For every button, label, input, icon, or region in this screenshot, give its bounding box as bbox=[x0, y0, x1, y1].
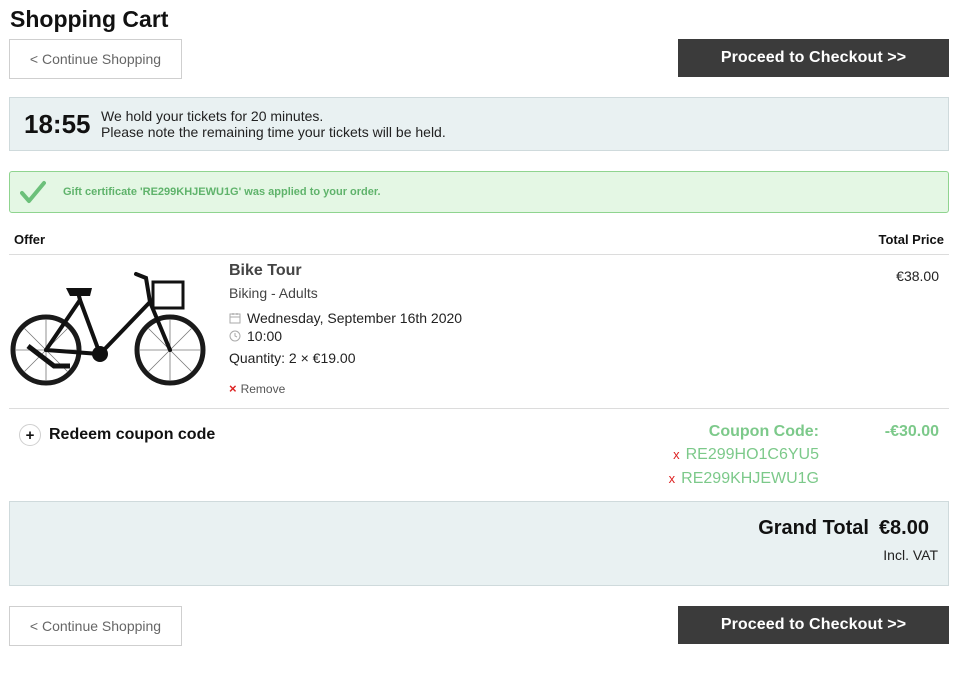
remove-icon: × bbox=[229, 381, 237, 396]
remove-item-link[interactable]: × Remove bbox=[229, 381, 285, 396]
item-time: 10:00 bbox=[247, 328, 283, 344]
proceed-to-checkout-button-bottom[interactable]: Proceed to Checkout >> bbox=[678, 606, 949, 644]
column-header-offer: Offer bbox=[14, 232, 46, 247]
column-header-total-price: Total Price bbox=[878, 232, 944, 247]
item-total-price: €38.00 bbox=[896, 268, 939, 284]
page-title: Shopping Cart bbox=[10, 6, 169, 32]
alert-message: Gift certificate 'RE299KHJEWU1G' was app… bbox=[63, 186, 381, 198]
coupon-discount-amount: -€30.00 bbox=[884, 423, 939, 440]
continue-shopping-button-bottom[interactable]: < Continue Shopping bbox=[9, 606, 182, 646]
redeem-coupon-toggle[interactable]: + Redeem coupon code bbox=[19, 424, 215, 446]
grand-total-value: €8.00 bbox=[878, 517, 929, 539]
coupon-code-value: RE299HO1C6YU5 bbox=[685, 446, 819, 463]
remove-item-label: Remove bbox=[240, 381, 286, 396]
remove-coupon-icon[interactable]: x bbox=[669, 471, 676, 486]
timer-message-line-1: We hold your tickets for 20 minutes. bbox=[101, 108, 324, 124]
gift-certificate-alert: Gift certificate 'RE299KHJEWU1G' was app… bbox=[9, 171, 949, 213]
coupon-code-label: Coupon Code: bbox=[708, 423, 819, 440]
countdown-timer: 18:55 bbox=[24, 109, 91, 139]
grand-total-label: Grand Total bbox=[758, 517, 869, 539]
checkmark-icon bbox=[20, 181, 46, 203]
grand-total-row: Grand Total €8.00 bbox=[758, 517, 929, 540]
item-date-row: Wednesday, September 16th 2020 bbox=[229, 310, 462, 326]
remove-coupon-icon[interactable]: x bbox=[673, 447, 680, 462]
applied-coupon-1: x RE299HO1C6YU5 bbox=[673, 446, 819, 464]
bicycle-image bbox=[10, 272, 206, 386]
item-quantity: Quantity: 2 × €19.00 bbox=[229, 350, 356, 366]
item-subtitle: Biking - Adults bbox=[229, 285, 318, 301]
applied-coupon-2: x RE299KHJEWU1G bbox=[669, 470, 819, 488]
vat-note: Incl. VAT bbox=[883, 547, 938, 563]
item-date: Wednesday, September 16th 2020 bbox=[247, 310, 463, 326]
proceed-to-checkout-button-top[interactable]: Proceed to Checkout >> bbox=[678, 39, 949, 77]
coupon-code-value: RE299KHJEWU1G bbox=[681, 470, 819, 487]
grand-total-panel bbox=[9, 501, 949, 586]
timer-message-line-2: Please note the remaining time your tick… bbox=[101, 124, 446, 140]
calendar-icon bbox=[229, 312, 241, 324]
plus-icon: + bbox=[19, 424, 41, 446]
continue-shopping-button-top[interactable]: < Continue Shopping bbox=[9, 39, 182, 79]
reservation-timer-panel: 18:55 We hold your tickets for 20 minute… bbox=[9, 97, 949, 151]
redeem-coupon-label: Redeem coupon code bbox=[49, 426, 216, 443]
header-divider bbox=[9, 254, 949, 255]
item-title[interactable]: Bike Tour bbox=[229, 262, 302, 280]
item-time-row: 10:00 bbox=[229, 328, 282, 344]
clock-icon bbox=[229, 330, 241, 342]
item-divider bbox=[9, 408, 949, 409]
